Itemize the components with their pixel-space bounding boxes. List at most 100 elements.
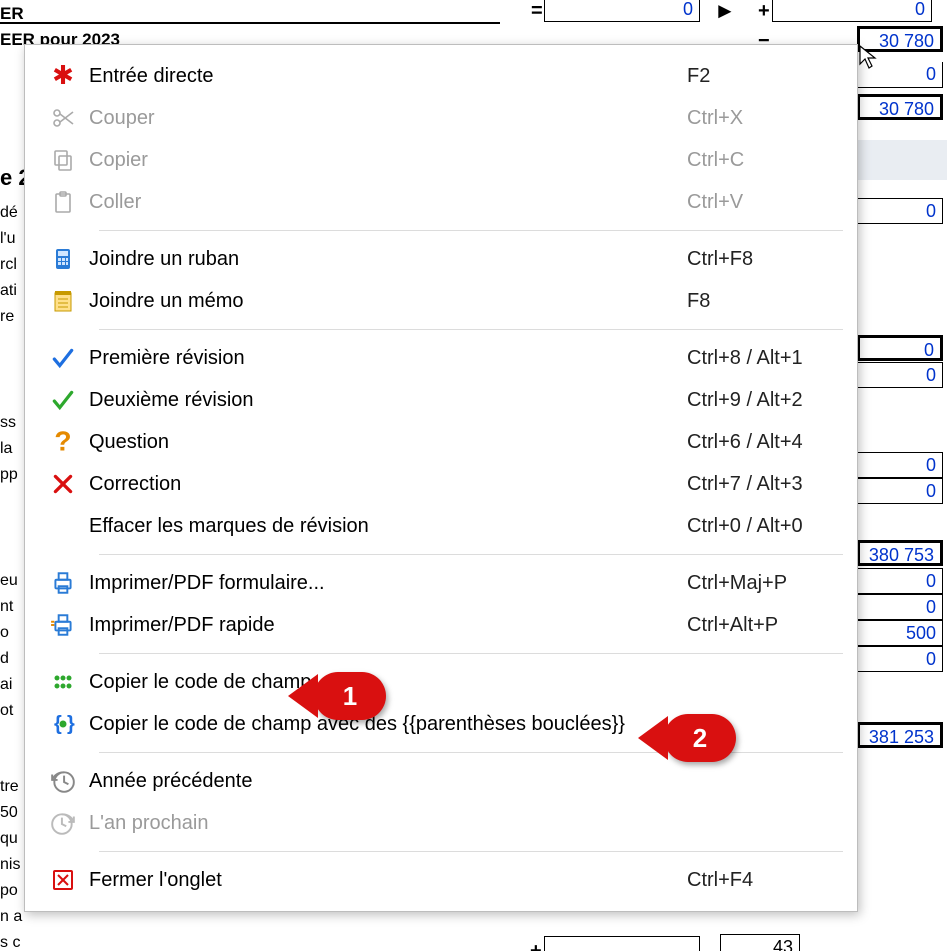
menu-label: Coller [89,191,683,214]
bg-val: 0 [772,0,932,22]
bg-val: 0 [857,568,943,594]
menu-separator [99,230,843,231]
menu-separator [99,554,843,555]
menu-shortcut: Ctrl+Alt+P [683,614,843,637]
bg-val: 0 [857,594,943,620]
bg-val: 0 [544,0,700,22]
copy-icon [37,148,89,172]
menu-question[interactable]: ? Question Ctrl+6 / Alt+4 [25,421,857,463]
menu-shortcut: Ctrl+V [683,191,843,214]
bg-rule [0,22,500,24]
menu-deuxieme-revision[interactable]: Deuxième révision Ctrl+9 / Alt+2 [25,379,857,421]
menu-shortcut: Ctrl+0 / Alt+0 [683,515,843,538]
menu-shortcut: Ctrl+C [683,149,843,172]
menu-shortcut: Ctrl+Maj+P [683,572,843,595]
menu-shortcut: Ctrl+8 / Alt+1 [683,347,843,370]
menu-label: Joindre un ruban [89,248,683,271]
menu-separator [99,329,843,330]
menu-label: Imprimer/PDF rapide [89,614,683,637]
bg-val: 0 [857,335,943,361]
bg-val: 0 [857,478,943,504]
menu-separator [99,851,843,852]
menu-label: Première révision [89,347,683,370]
calculator-icon [37,247,89,271]
callout-number: 2 [693,723,707,754]
menu-label: Entrée directe [89,65,683,88]
bg-val: 500 [857,620,943,646]
notepad-icon [37,289,89,313]
svg-text:?: ? [54,429,71,455]
menu-label: Couper [89,107,683,130]
menu-label: L'an prochain [89,812,683,835]
menu-coller[interactable]: Coller Ctrl+V [25,181,857,223]
menu-label: Copier [89,149,683,172]
menu-imprimer-pdf-form[interactable]: Imprimer/PDF formulaire... Ctrl+Maj+P [25,562,857,604]
bg-val: 0 [857,62,943,88]
menu-shortcut: Ctrl+F4 [683,869,843,892]
menu-label: Année précédente [89,770,683,793]
menu-shortcut: Ctrl+X [683,107,843,130]
bg-val: 0 [857,646,943,672]
menu-copier-code-champ[interactable]: Copier le code de champ [25,661,857,703]
menu-label: Question [89,431,683,454]
equals-sign: = [531,0,543,23]
menu-shortcut: Ctrl+F8 [683,248,843,271]
play-icon: ► [714,0,736,24]
printer-icon [37,570,89,596]
question-icon: ? [37,429,89,455]
menu-label: Correction [89,473,683,496]
clock-back-icon [37,768,89,794]
menu-shortcut: Ctrl+9 / Alt+2 [683,389,843,412]
menu-shortcut: Ctrl+7 / Alt+3 [683,473,843,496]
bg-val: 30 780 [857,26,943,52]
menu-effacer-marques[interactable]: Effacer les marques de révision Ctrl+0 /… [25,505,857,547]
scissors-icon [37,106,89,130]
menu-joindre-ruban[interactable]: Joindre un ruban Ctrl+F8 [25,238,857,280]
menu-premiere-revision[interactable]: Première révision Ctrl+8 / Alt+1 [25,337,857,379]
menu-couper[interactable]: Couper Ctrl+X [25,97,857,139]
menu-label: Copier le code de champ [89,671,683,694]
menu-label: Copier le code de champ avec des {{paren… [89,713,683,736]
menu-label: Effacer les marques de révision [89,515,683,538]
menu-annee-precedente[interactable]: Année précédente [25,760,857,802]
menu-correction[interactable]: Correction Ctrl+7 / Alt+3 [25,463,857,505]
svg-text:}: } [67,713,75,735]
check-green-icon [37,387,89,413]
menu-an-prochain[interactable]: L'an prochain [25,802,857,844]
menu-shortcut: Ctrl+6 / Alt+4 [683,431,843,454]
menu-entree-directe[interactable]: ✱ Entrée directe F2 [25,55,857,97]
bg-val: 381 253 [857,722,943,748]
braces-dot-icon: {} [37,712,89,736]
asterisk-icon: ✱ [37,64,89,88]
x-red-icon [37,471,89,497]
menu-label: Joindre un mémo [89,290,683,313]
clock-forward-icon [37,810,89,836]
menu-shortcut: F2 [683,65,843,88]
bg-val: 380 753 [857,540,943,566]
bg-box [544,936,700,951]
bg-val: 0 [857,452,943,478]
svg-text:✱: ✱ [52,64,74,88]
menu-label: Deuxième révision [89,389,683,412]
bg-val: 30 780 [857,94,943,120]
menu-copier[interactable]: Copier Ctrl+C [25,139,857,181]
check-blue-icon [37,345,89,371]
dots-grid-icon [37,670,89,694]
plus-sign: + [758,0,770,23]
bg-val: 0 [857,362,943,388]
bg-frag: ER [0,4,24,24]
menu-shortcut: F8 [683,290,843,313]
menu-joindre-memo[interactable]: Joindre un mémo F8 [25,280,857,322]
bg-gray [857,140,947,180]
menu-fermer-onglet[interactable]: Fermer l'onglet Ctrl+F4 [25,859,857,901]
bg-val: 43 [720,934,800,951]
callout-number: 1 [343,681,357,712]
menu-separator [99,653,843,654]
clipboard-icon [37,190,89,214]
menu-imprimer-pdf-rapide[interactable]: Imprimer/PDF rapide Ctrl+Alt+P [25,604,857,646]
left-frag-col: dé l'u rcl ati re ss la pp eu nt o d ai … [0,200,26,951]
callout-1: 1 [314,672,386,720]
callout-2: 2 [664,714,736,762]
menu-label: Fermer l'onglet [89,869,683,892]
printer-fast-icon [37,612,89,638]
